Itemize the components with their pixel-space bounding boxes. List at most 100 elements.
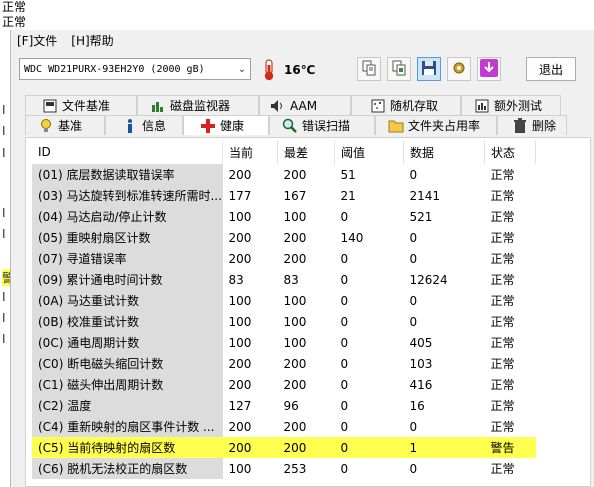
cell-status: 正常 [490, 294, 515, 308]
table-row[interactable]: (04) 马达启动/停止计数 100 100 0 521 正常 [32, 206, 536, 227]
cell-attribute-id: (C0) 断电磁头缩回计数 [32, 353, 223, 374]
tab-info[interactable]: 信息 [105, 115, 183, 135]
copy-screenshot-button[interactable] [387, 57, 411, 81]
cell-status: 正常 [490, 210, 515, 224]
menu-help[interactable]: [H]帮助 [71, 32, 113, 49]
tab-label: 基准 [58, 119, 83, 133]
tab-extra-tests[interactable]: 额外测试 [461, 95, 561, 115]
table-row[interactable]: (0A) 马达重试计数 100 100 0 0 正常 [32, 290, 536, 311]
column-header-id[interactable]: ID [32, 140, 223, 164]
cell-worst: 96 [283, 398, 299, 413]
cell-data: 521 [409, 209, 433, 224]
tab-label: 错误扫描 [302, 119, 351, 133]
cell-data: 0 [409, 314, 418, 329]
tab-erase[interactable]: 删除 [497, 115, 567, 135]
column-header-status[interactable]: 状态 [484, 140, 536, 164]
cell-current: 200 [228, 230, 252, 245]
cell-worst: 200 [283, 230, 307, 245]
magnifier-icon [282, 118, 298, 134]
column-header-data[interactable]: 数据 [403, 140, 485, 164]
thermometer-icon [259, 58, 279, 82]
download-button[interactable] [477, 57, 501, 81]
tab-file-benchmark[interactable]: 文件基准 [25, 95, 137, 115]
tab-aam[interactable]: AAM [259, 95, 351, 115]
cell-status: 正常 [490, 420, 515, 434]
chevron-down-icon[interactable]: ⌄ [234, 64, 250, 75]
cell-worst: 100 [283, 209, 307, 224]
table-row-warning[interactable]: (C5) 当前待映射的扇区数 200 200 0 1 警告 [32, 437, 536, 458]
table-row[interactable]: (C0) 断电磁头缩回计数 200 200 0 103 正常 [32, 353, 536, 374]
smart-table-body: (01) 底层数据读取错误率 200 200 51 0 正常 (03) 马达旋转到标准转速所… [32, 164, 536, 479]
copy-text-button[interactable] [357, 57, 381, 81]
cell-worst: 200 [283, 419, 307, 434]
benchmark-icon [42, 98, 58, 114]
cell-threshold: 21 [340, 188, 356, 203]
cell-worst: 83 [283, 272, 299, 287]
wrench-gear-icon [451, 60, 467, 79]
cell-worst: 200 [283, 167, 307, 182]
cell-attribute-id: (0C) 通电周期计数 [32, 332, 223, 353]
table-row[interactable]: (C1) 磁头伸出周期计数 200 200 0 416 正常 [32, 374, 536, 395]
cell-threshold: 0 [340, 314, 349, 329]
table-row[interactable]: (01) 底层数据读取错误率 200 200 51 0 正常 [32, 164, 536, 185]
table-row[interactable]: (C4) 重新映射的扇区事件计数 ... 200 200 0 0 正常 [32, 416, 536, 437]
cell-threshold: 0 [340, 335, 349, 350]
trash-icon [512, 117, 528, 134]
column-header-threshold[interactable]: 阈值 [334, 140, 404, 164]
background-fragment: I [2, 103, 6, 117]
tab-label: 文件基准 [62, 99, 111, 113]
tab-health[interactable]: 健康 [183, 115, 269, 135]
background-fragment: I [2, 332, 6, 346]
save-button[interactable] [417, 57, 441, 81]
menu-file[interactable]: [F]文件 [17, 32, 57, 49]
cell-status: 警告 [484, 437, 536, 458]
cell-status: 正常 [490, 336, 515, 350]
table-row[interactable]: (09) 累计通电时间计数 83 83 0 12624 正常 [32, 269, 536, 290]
cell-current: 200 [222, 437, 278, 458]
tab-disk-monitor[interactable]: 磁盘监视器 [137, 95, 259, 115]
cell-attribute-id: (03) 马达旋转到标准转速所需时... [32, 185, 223, 206]
hdtune-window: [F]文件 [H]帮助 WDC WD21PURX-93EH2Y0 (2000 g… [10, 30, 594, 487]
table-row[interactable]: (05) 重映射扇区计数 200 200 140 0 正常 [32, 227, 536, 248]
cell-current: 200 [228, 356, 252, 371]
exit-button[interactable]: 退出 [526, 57, 576, 81]
cell-attribute-id: (0B) 校准重试计数 [32, 311, 223, 332]
table-row[interactable]: (03) 马达旋转到标准转速所需时... 177 167 21 2141 正常 [32, 185, 536, 206]
cell-status: 正常 [490, 357, 515, 371]
cell-current: 200 [228, 167, 252, 182]
cell-threshold: 0 [340, 209, 349, 224]
health-panel: ID 当前 最差 阈值 数据 状态 (01) 底层数据读取错误率 200 200 51… [25, 137, 591, 487]
tab-benchmark[interactable]: 基准 [25, 115, 105, 135]
background-status-text: 正常 [2, 15, 27, 29]
cell-threshold: 0 [340, 419, 349, 434]
cell-status: 正常 [490, 252, 515, 266]
cell-status: 正常 [490, 273, 515, 287]
cell-worst: 200 [283, 356, 307, 371]
monitor-chart-icon [150, 98, 166, 114]
cell-threshold: 0 [340, 293, 349, 308]
cell-threshold: 0 [340, 272, 349, 287]
cell-current: 200 [228, 377, 252, 392]
cell-data: 103 [409, 356, 433, 371]
tab-label: 删除 [532, 119, 557, 133]
cell-threshold: 51 [340, 167, 356, 182]
cell-status: 正常 [490, 378, 515, 392]
tab-random-access[interactable]: 随机存取 [351, 95, 461, 115]
cell-current: 200 [228, 251, 252, 266]
table-row[interactable]: (C2) 温度 127 96 0 16 正常 [32, 395, 536, 416]
cell-threshold: 140 [340, 230, 364, 245]
cell-data: 0 [409, 419, 418, 434]
temperature-readout: 16℃ [284, 63, 316, 77]
tab-error-scan[interactable]: 错误扫描 [269, 115, 375, 135]
cell-worst: 200 [283, 251, 307, 266]
column-header-worst[interactable]: 最差 [277, 140, 335, 164]
table-row[interactable]: (C6) 脱机无法校正的扇区数 100 253 0 0 正常 [32, 458, 536, 479]
options-button[interactable] [447, 57, 471, 81]
copy-icon [361, 60, 377, 79]
table-row[interactable]: (0C) 通电周期计数 100 100 0 405 正常 [32, 332, 536, 353]
table-row[interactable]: (07) 寻道错误率 200 200 0 0 正常 [32, 248, 536, 269]
drive-select[interactable]: WDC WD21PURX-93EH2Y0 (2000 gB) ⌄ [19, 58, 251, 80]
table-row[interactable]: (0B) 校准重试计数 100 100 0 0 正常 [32, 311, 536, 332]
tab-folder-usage[interactable]: 文件夹占用率 [375, 115, 497, 135]
column-header-current[interactable]: 当前 [222, 140, 278, 164]
